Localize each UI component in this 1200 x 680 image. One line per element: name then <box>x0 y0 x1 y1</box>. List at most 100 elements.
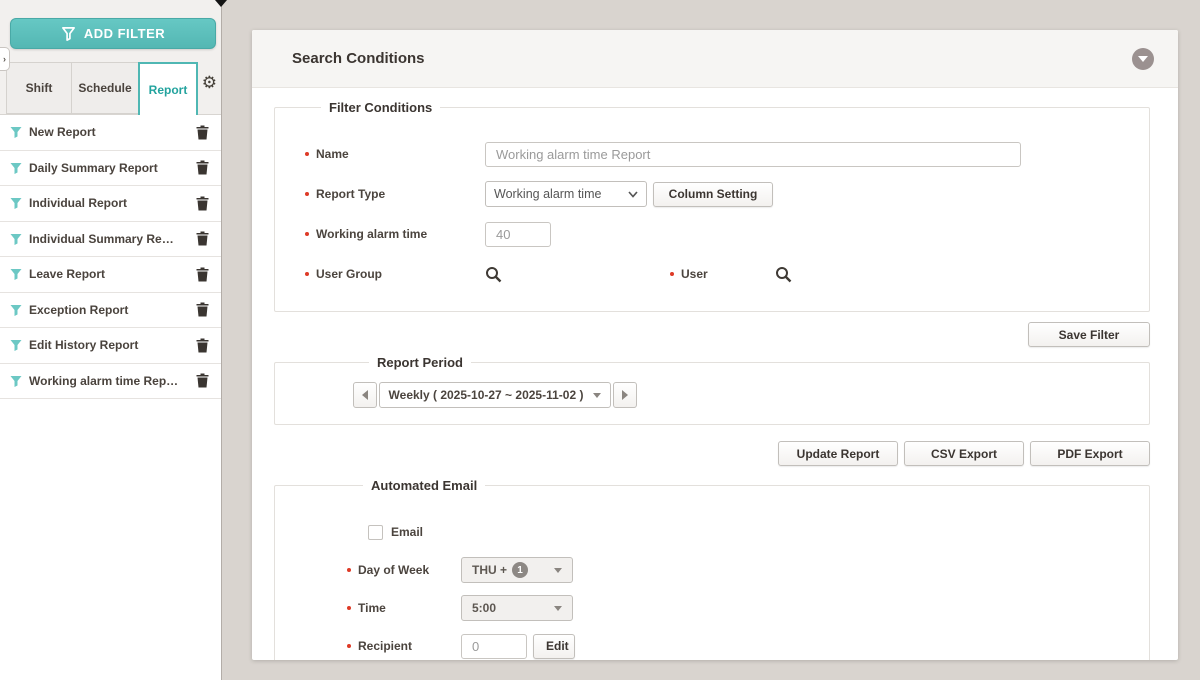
report-list-item-leave[interactable]: Leave Report <box>0 257 221 293</box>
report-actions-row: Update Report CSV Export PDF Export <box>274 441 1150 466</box>
delete-report-button[interactable] <box>196 373 209 388</box>
name-row: Name <box>305 141 1149 167</box>
panel-body: Filter Conditions Name Report Type <box>252 88 1178 660</box>
required-dot <box>305 192 309 196</box>
report-list-item-new-report[interactable]: New Report <box>0 115 221 151</box>
column-setting-button[interactable]: Column Setting <box>653 182 773 207</box>
time-row: Time 5:00 <box>347 595 1149 621</box>
filter-conditions-legend: Filter Conditions <box>321 100 440 115</box>
panel-header: Search Conditions <box>252 30 1178 88</box>
delete-report-button[interactable] <box>196 125 209 140</box>
report-type-select[interactable]: Working alarm time <box>485 181 647 207</box>
delete-report-button[interactable] <box>196 338 209 353</box>
sidebar-collapse-handle[interactable]: › <box>0 47 10 71</box>
filter-icon <box>61 26 76 41</box>
report-list-item-working-alarm-time[interactable]: Working alarm time Rep… <box>0 364 221 400</box>
filter-icon <box>10 339 22 351</box>
tab-schedule[interactable]: Schedule <box>71 62 138 114</box>
report-period-legend: Report Period <box>369 355 471 370</box>
trash-icon <box>196 267 209 282</box>
chevron-down-icon <box>554 606 562 611</box>
tab-shift[interactable]: Shift <box>6 62 71 114</box>
day-count-badge: 1 <box>512 562 528 578</box>
required-dot <box>347 606 351 610</box>
report-type-label: Report Type <box>305 187 485 201</box>
sidebar: ADD FILTER › Shift Schedule Report ⚙ New… <box>0 0 222 680</box>
report-item-label: Daily Summary Report <box>29 161 196 175</box>
delete-report-button[interactable] <box>196 196 209 211</box>
sidebar-top: ADD FILTER <box>0 0 221 62</box>
day-of-week-select[interactable]: THU + 1 <box>461 557 573 583</box>
time-value: 5:00 <box>472 601 496 615</box>
working-alarm-time-row: Working alarm time <box>305 221 1149 247</box>
recipient-label: Recipient <box>347 639 461 653</box>
filter-icon <box>10 268 22 280</box>
report-list-item-edit-history[interactable]: Edit History Report <box>0 328 221 364</box>
tab-schedule-label: Schedule <box>78 81 131 95</box>
delete-report-button[interactable] <box>196 160 209 175</box>
user-label: User <box>670 267 708 281</box>
delete-report-button[interactable] <box>196 302 209 317</box>
sidebar-tabs: Shift Schedule Report ⚙ <box>0 62 221 115</box>
csv-export-button[interactable]: CSV Export <box>904 441 1024 466</box>
delete-report-button[interactable] <box>196 231 209 246</box>
report-item-label: Individual Summary Re… <box>29 232 196 246</box>
day-of-week-label: Day of Week <box>347 563 461 577</box>
report-period-group: Report Period Weekly ( 2025-10-27 ~ 2025… <box>274 355 1150 425</box>
tab-report-label: Report <box>149 83 188 97</box>
email-checkbox-label: Email <box>391 525 423 539</box>
delete-report-button[interactable] <box>196 267 209 282</box>
time-select[interactable]: 5:00 <box>461 595 573 621</box>
search-icon <box>775 266 792 283</box>
filter-icon <box>10 375 22 387</box>
gear-icon[interactable]: ⚙ <box>202 74 217 91</box>
report-list-item-individual-summary[interactable]: Individual Summary Re… <box>0 222 221 258</box>
email-checkbox[interactable] <box>368 525 383 540</box>
report-period-select[interactable]: Weekly ( 2025-10-27 ~ 2025-11-02 ) <box>379 382 611 408</box>
time-label: Time <box>347 601 461 615</box>
previous-period-button[interactable] <box>353 382 377 408</box>
required-dot <box>305 232 309 236</box>
collapse-panel-button[interactable] <box>1132 48 1154 70</box>
report-list-item-individual[interactable]: Individual Report <box>0 186 221 222</box>
main-area: Search Conditions Filter Conditions Name <box>222 0 1200 680</box>
report-period-control: Weekly ( 2025-10-27 ~ 2025-11-02 ) <box>353 382 1149 408</box>
required-dot <box>670 272 674 276</box>
report-type-row: Report Type Working alarm time Column Se… <box>305 181 1149 207</box>
chevron-down-icon <box>628 191 638 198</box>
add-filter-button[interactable]: ADD FILTER <box>10 18 216 49</box>
report-item-label: Exception Report <box>29 303 196 317</box>
save-filter-button[interactable]: Save Filter <box>1028 322 1150 347</box>
working-alarm-time-label: Working alarm time <box>305 227 485 241</box>
tab-report[interactable]: Report <box>138 62 198 115</box>
report-list-item-exception[interactable]: Exception Report <box>0 293 221 329</box>
panel-title: Search Conditions <box>292 50 425 67</box>
edit-recipient-button[interactable]: Edit <box>533 634 575 659</box>
resizer-arrow-icon <box>215 0 227 7</box>
report-list-item-daily-summary[interactable]: Daily Summary Report <box>0 151 221 187</box>
pdf-export-button[interactable]: PDF Export <box>1030 441 1150 466</box>
filter-icon <box>10 197 22 209</box>
report-list: New Report Daily Summary Report Individu… <box>0 115 221 399</box>
working-alarm-time-input[interactable] <box>485 222 551 247</box>
report-item-label: Working alarm time Rep… <box>29 374 196 388</box>
day-of-week-value: THU + <box>472 563 507 577</box>
tab-shift-label: Shift <box>26 81 53 95</box>
name-input[interactable] <box>485 142 1021 167</box>
update-report-button[interactable]: Update Report <box>778 441 898 466</box>
recipient-row: Recipient Edit <box>347 633 1149 659</box>
email-row: Email <box>347 519 1149 545</box>
chevron-down-icon <box>1138 56 1148 62</box>
report-period-value: Weekly ( 2025-10-27 ~ 2025-11-02 ) <box>389 388 584 402</box>
filter-icon <box>10 126 22 138</box>
chevron-down-icon <box>554 568 562 573</box>
user-group-row: User Group User <box>305 261 1149 287</box>
next-period-button[interactable] <box>613 382 637 408</box>
required-dot <box>347 568 351 572</box>
recipient-count-input[interactable] <box>461 634 527 659</box>
user-group-search-button[interactable] <box>485 266 502 283</box>
search-icon <box>485 266 502 283</box>
required-dot <box>347 644 351 648</box>
required-dot <box>305 272 309 276</box>
user-search-button[interactable] <box>775 266 792 283</box>
